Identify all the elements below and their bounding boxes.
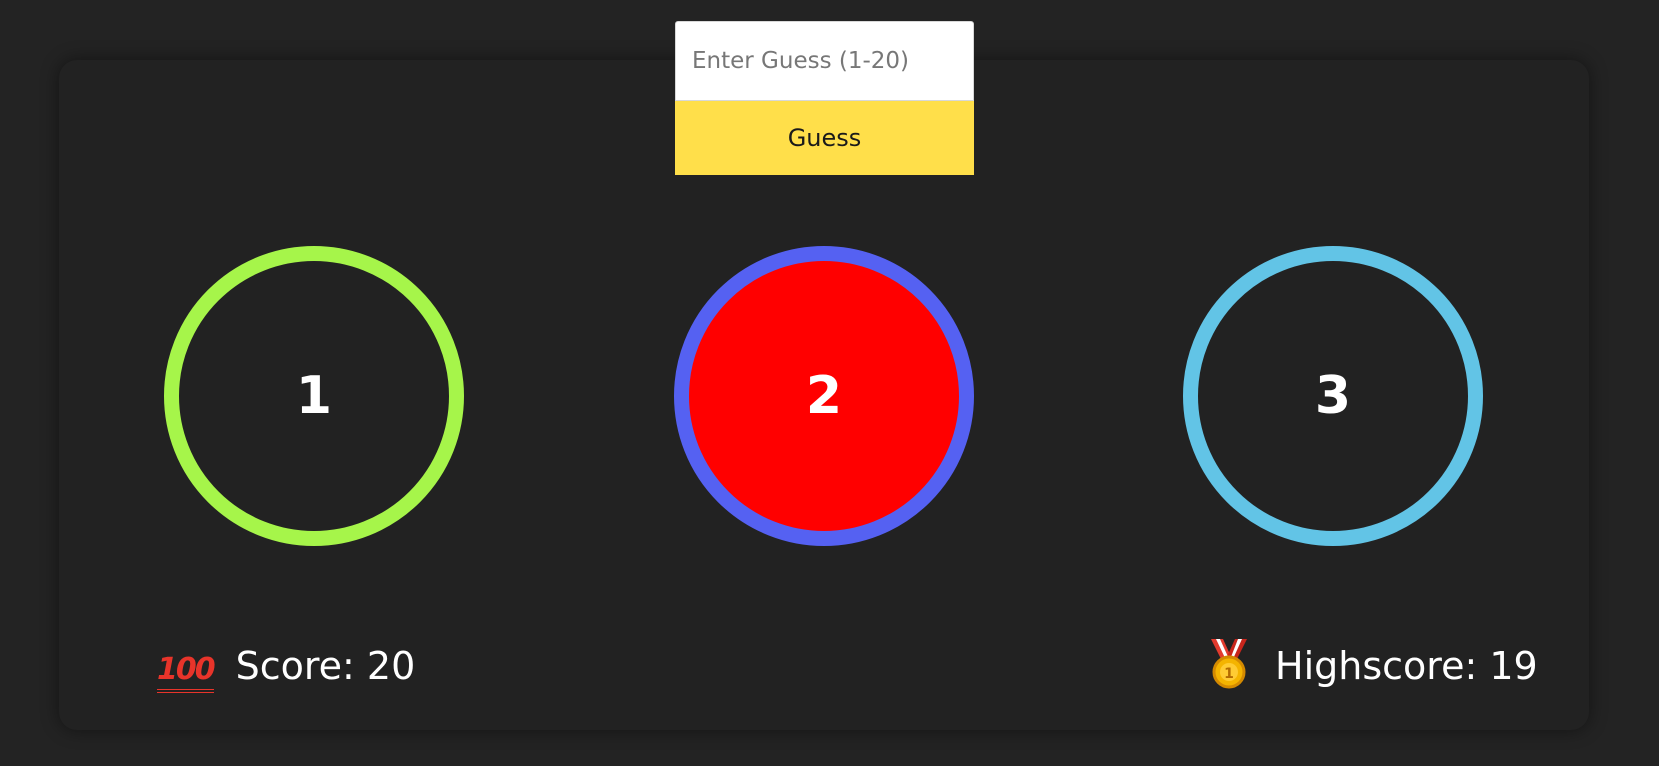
medal-icon: 1 [1205,637,1253,695]
guess-button[interactable]: Guess [675,101,974,175]
circle-label-3: 3 [1314,366,1352,426]
circle-option-3[interactable]: 3 [1183,246,1483,546]
circle-label-1: 1 [295,366,333,426]
score-text: Score: 20 [235,644,416,688]
circle-label-2: 2 [805,366,843,426]
guess-input[interactable] [675,21,974,101]
hundred-points-icon: 100 [157,647,216,693]
score-display: 100 Score: 20 [157,636,415,696]
highscore-text: Highscore: 19 [1275,644,1538,688]
highscore-display: 1 Highscore: 19 [1205,636,1538,696]
circle-option-1[interactable]: 1 [164,246,464,546]
circle-option-2[interactable]: 2 [674,246,974,546]
svg-text:1: 1 [1224,666,1234,682]
